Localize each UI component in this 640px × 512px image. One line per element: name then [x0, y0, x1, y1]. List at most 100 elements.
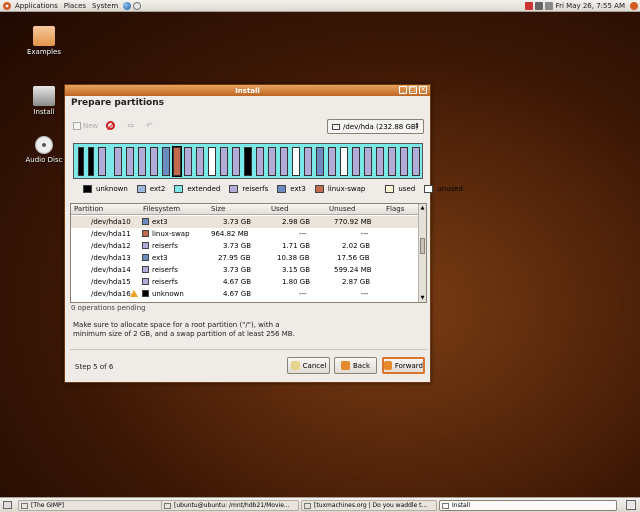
filesystem-swatch: [142, 218, 149, 225]
partition-block[interactable]: [364, 147, 372, 176]
table-row[interactable]: /dev/hda14 reiserfs 3.73 GB 3.15 GB 599.…: [71, 264, 420, 276]
column-header-flags[interactable]: Flags: [386, 205, 404, 213]
filesystem-swatch: [142, 266, 149, 273]
resize-partition-icon[interactable]: ⇔: [127, 121, 134, 130]
column-header-size[interactable]: Size: [211, 205, 225, 213]
device-select[interactable]: /dev/hda (232.88 GB) ⇕: [327, 119, 424, 134]
desktop-icon-audio-disc[interactable]: Audio Disc: [24, 136, 64, 164]
partition-block[interactable]: [376, 147, 384, 176]
table-row[interactable]: /dev/hda12 reiserfs 3.73 GB 1.71 GB 2.02…: [71, 240, 420, 252]
volume-icon[interactable]: [544, 2, 553, 10]
taskbar-item-gimp[interactable]: [The GIMP]: [18, 500, 166, 511]
help-launcher-icon[interactable]: [133, 1, 142, 10]
partition-block[interactable]: [196, 147, 204, 176]
trash-icon[interactable]: [626, 500, 636, 510]
cell-used: 1.80 GB: [282, 278, 311, 286]
minimize-icon[interactable]: _: [399, 86, 407, 94]
column-header-partition[interactable]: Partition: [74, 205, 103, 213]
window-titlebar[interactable]: Install _ □ ×: [65, 85, 430, 96]
partition-block[interactable]: [340, 147, 348, 176]
partition-block[interactable]: [150, 147, 158, 176]
partition-block[interactable]: [352, 147, 360, 176]
undo-icon[interactable]: ↶: [146, 121, 153, 130]
legend-label: linux-swap: [327, 185, 366, 193]
cell-size: 964.82 MB: [211, 230, 249, 238]
new-icon: [73, 121, 81, 130]
desktop-icon-examples[interactable]: Examples: [24, 26, 64, 56]
maximize-icon[interactable]: □: [409, 86, 417, 94]
partition-block[interactable]: [138, 147, 146, 176]
divider: [70, 349, 427, 350]
legend-item: unknown: [83, 185, 128, 193]
close-icon[interactable]: ×: [419, 86, 427, 94]
new-partition-button[interactable]: New: [73, 121, 98, 130]
partition-block[interactable]: [328, 147, 336, 176]
cell-unused: ---: [361, 230, 369, 238]
menu-applications[interactable]: Applications: [12, 2, 61, 10]
taskbar-item-install[interactable]: Install: [439, 500, 617, 511]
partition-block[interactable]: [126, 147, 134, 176]
column-header-unused[interactable]: Unused: [329, 205, 355, 213]
cd-icon: [35, 136, 53, 154]
partition-block[interactable]: [232, 147, 240, 176]
partition-block[interactable]: [244, 147, 252, 176]
scroll-up-icon[interactable]: ▲: [419, 204, 426, 212]
delete-partition-icon[interactable]: [106, 121, 116, 130]
menu-system[interactable]: System: [89, 2, 121, 10]
cancel-label: Cancel: [302, 361, 327, 370]
partition-block[interactable]: [280, 147, 288, 176]
cell-size: 4.67 GB: [223, 290, 252, 298]
partition-block[interactable]: [292, 147, 300, 176]
device-select-value: /dev/hda (232.88 GB): [343, 122, 419, 131]
ubuntu-logo-icon[interactable]: [3, 1, 11, 10]
menu-places[interactable]: Places: [61, 2, 89, 10]
partition-block[interactable]: [114, 147, 122, 176]
terminal-icon: [164, 503, 171, 509]
partition-block[interactable]: [220, 147, 228, 176]
partition-block[interactable]: [256, 147, 264, 176]
partition-block[interactable]: [316, 147, 324, 176]
show-desktop-icon[interactable]: [3, 501, 12, 509]
partition-block[interactable]: [162, 147, 170, 176]
partition-block[interactable]: [400, 147, 408, 176]
network-icon[interactable]: [534, 2, 543, 10]
table-scrollbar[interactable]: ▲ ▼: [418, 204, 426, 302]
scrollbar-thumb[interactable]: [420, 238, 425, 254]
partition-block[interactable]: [268, 147, 276, 176]
column-header-filesystem[interactable]: Filesystem: [143, 205, 180, 213]
forward-button[interactable]: Forward: [382, 357, 425, 374]
cell-filesystem: ext3: [152, 218, 168, 226]
scroll-down-icon[interactable]: ▼: [419, 294, 426, 302]
table-row[interactable]: /dev/hda11 linux-swap 964.82 MB --- ---: [71, 228, 420, 240]
partition-block[interactable]: [304, 147, 312, 176]
partition-map[interactable]: [73, 143, 423, 179]
partition-block[interactable]: [388, 147, 396, 176]
column-header-used[interactable]: Used: [271, 205, 289, 213]
forward-arrow-icon: [384, 361, 392, 370]
partition-block[interactable]: [88, 147, 94, 176]
partition-block[interactable]: [172, 146, 182, 177]
partition-block[interactable]: [78, 147, 84, 176]
legend-label: unknown: [96, 185, 128, 193]
web-browser-launcher-icon[interactable]: [123, 1, 132, 10]
legend-swatch: [385, 185, 395, 193]
table-row[interactable]: /dev/hda10 ext3 3.73 GB 2.98 GB 770.92 M…: [71, 216, 420, 228]
partition-block[interactable]: [208, 147, 216, 176]
back-button[interactable]: Back: [334, 357, 377, 374]
partition-block[interactable]: [412, 147, 420, 176]
filesystem-swatch: [142, 254, 149, 261]
table-row[interactable]: /dev/hda16 unknown 4.67 GB --- ---: [71, 288, 420, 300]
update-notifier-icon[interactable]: [524, 2, 533, 10]
partition-block[interactable]: [184, 147, 192, 176]
taskbar-item-terminal[interactable]: [ubuntu@ubuntu: /mnt/hdb21/Movie...: [161, 500, 299, 511]
logout-icon[interactable]: [630, 2, 638, 10]
desktop-icon-install[interactable]: Install: [24, 86, 64, 116]
table-row[interactable]: /dev/hda13 ext3 27.95 GB 10.38 GB 17.56 …: [71, 252, 420, 264]
clock[interactable]: Fri May 26, 7:55 AM: [553, 2, 628, 10]
taskbar-item-browser[interactable]: [tuxmachines.org | Do you waddle t...: [301, 500, 437, 511]
top-panel: Applications Places System Fri May 26, 7…: [0, 0, 640, 12]
table-row[interactable]: /dev/hda15 reiserfs 4.67 GB 1.80 GB 2.87…: [71, 276, 420, 288]
cell-size: 4.67 GB: [223, 278, 252, 286]
partition-block[interactable]: [98, 147, 106, 176]
cancel-button[interactable]: Cancel: [287, 357, 330, 374]
